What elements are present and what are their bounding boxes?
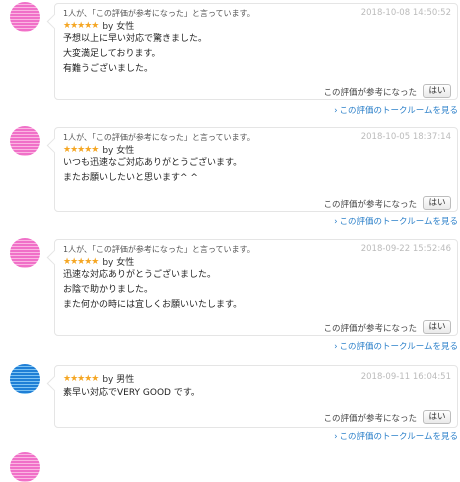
user-avatar[interactable] bbox=[10, 238, 40, 268]
review-line: 大変満足しております。 bbox=[63, 49, 161, 59]
review-line: 素早い対応でVERY GOOD です。 bbox=[63, 388, 200, 398]
review-line: お陰で助かりました。 bbox=[63, 285, 154, 295]
helpful-yes-button[interactable]: はい bbox=[423, 320, 451, 334]
review-date: 2018-10-05 18:37:14 bbox=[360, 132, 451, 142]
review-item: 1人が、「この評価が参考になった」と言っています。 2018-10-08 14:… bbox=[0, 0, 460, 118]
talk-room-link[interactable]: › この評価のトークルームを見る bbox=[334, 430, 458, 442]
user-avatar[interactable] bbox=[10, 2, 40, 32]
review-text: いつも迅速なご対応ありがとうございます。 またお願いしたいと思います^ ^ bbox=[63, 156, 242, 186]
review-card: 1人が、「この評価が参考になった」と言っています。 2018-09-22 15:… bbox=[54, 239, 458, 336]
helpful-count: 1人が、「この評価が参考になった」と言っています。 bbox=[63, 245, 255, 254]
rating: ★★★★★ by 女性 bbox=[63, 255, 135, 269]
review-date: 2018-09-22 15:52:46 bbox=[360, 244, 451, 254]
review-date: 2018-09-11 16:04:51 bbox=[360, 372, 451, 382]
talk-room-link[interactable]: › この評価のトークルームを見る bbox=[334, 215, 458, 227]
rating: ★★★★★ by 女性 bbox=[63, 143, 135, 157]
talk-room-link-label: この評価のトークルームを見る bbox=[339, 432, 459, 442]
helpful-yes-button[interactable]: はい bbox=[423, 410, 451, 424]
talk-room-link-label: この評価のトークルームを見る bbox=[339, 106, 459, 116]
review-line: いつも迅速なご対応ありがとうございます。 bbox=[63, 158, 243, 168]
review-line: 迅速な対応ありがとうございました。 bbox=[63, 270, 217, 280]
helpful-question: この評価が参考になった bbox=[323, 324, 417, 334]
talk-room-link-label: この評価のトークルームを見る bbox=[339, 217, 459, 227]
review-line: また何かの時には宜しくお願いいたします。 bbox=[63, 300, 243, 310]
reviewer-gender: by 男性 bbox=[102, 375, 135, 385]
helpful-yes-button[interactable]: はい bbox=[423, 196, 451, 210]
talk-room-link[interactable]: › この評価のトークルームを見る bbox=[334, 340, 458, 352]
helpful-question: この評価が参考になった bbox=[323, 200, 417, 210]
chevron-right-icon: › bbox=[334, 432, 338, 442]
chevron-right-icon: › bbox=[334, 106, 338, 116]
review-item: 1人が、「この評価が参考になった」と言っています。 2018-10-05 18:… bbox=[0, 124, 460, 230]
review-card: 1人が、「この評価が参考になった」と言っています。 2018-10-05 18:… bbox=[54, 127, 458, 212]
helpful-yes-button[interactable]: はい bbox=[423, 84, 451, 98]
helpful-count: 1人が、「この評価が参考になった」と言っています。 bbox=[63, 9, 255, 18]
review-item: 1人が、「この評価が参考になった」と言っています。 2018-09-22 15:… bbox=[0, 236, 460, 354]
review-text: 素早い対応でVERY GOOD です。 bbox=[63, 386, 200, 401]
rating: ★★★★★ by 男性 bbox=[63, 372, 135, 386]
helpful-count: 1人が、「この評価が参考になった」と言っています。 bbox=[63, 133, 255, 142]
review-text: 迅速な対応ありがとうございました。 お陰で助かりました。 また何かの時には宜しく… bbox=[63, 268, 242, 313]
talk-room-link-label: この評価のトークルームを見る bbox=[339, 342, 459, 352]
chevron-right-icon: › bbox=[334, 217, 338, 227]
talk-room-link[interactable]: › この評価のトークルームを見る bbox=[334, 104, 458, 116]
review-line: またお願いしたいと思います^ ^ bbox=[63, 173, 198, 183]
reviewer-gender: by 女性 bbox=[102, 258, 135, 268]
star-icon: ★★★★★ bbox=[63, 373, 99, 384]
star-icon: ★★★★★ bbox=[63, 256, 99, 267]
helpful-question: この評価が参考になった bbox=[323, 88, 417, 98]
user-avatar[interactable] bbox=[10, 452, 40, 482]
rating: ★★★★★ by 女性 bbox=[63, 19, 135, 33]
review-card: 2018-09-11 16:04:51 ★★★★★ by 男性 素早い対応でVE… bbox=[54, 365, 458, 428]
user-avatar[interactable] bbox=[10, 364, 40, 394]
review-line: 有難うございました。 bbox=[63, 64, 154, 74]
chevron-right-icon: › bbox=[334, 342, 338, 352]
reviewer-gender: by 女性 bbox=[102, 22, 135, 32]
review-card: 1人が、「この評価が参考になった」と言っています。 2018-10-08 14:… bbox=[54, 3, 458, 100]
review-item: 2018-09-11 16:04:51 ★★★★★ by 男性 素早い対応でVE… bbox=[0, 360, 460, 446]
user-avatar[interactable] bbox=[10, 126, 40, 156]
star-icon: ★★★★★ bbox=[63, 144, 99, 155]
reviewer-gender: by 女性 bbox=[102, 146, 135, 156]
review-text: 予想以上に早い対応で驚きました。 大変満足しております。 有難うございました。 bbox=[63, 32, 207, 77]
helpful-question: この評価が参考になった bbox=[323, 414, 417, 424]
star-icon: ★★★★★ bbox=[63, 20, 99, 31]
review-line: 予想以上に早い対応で驚きました。 bbox=[63, 34, 208, 44]
review-date: 2018-10-08 14:50:52 bbox=[360, 8, 451, 18]
